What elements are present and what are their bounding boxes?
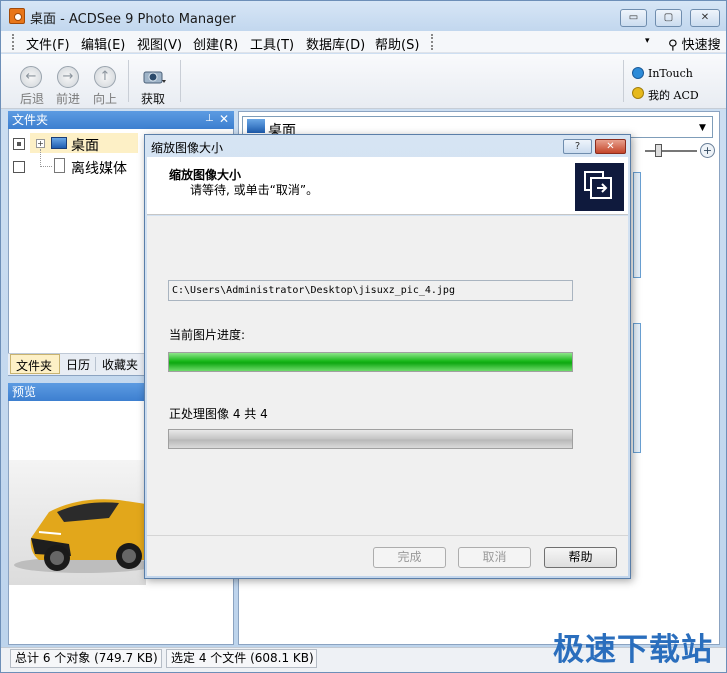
- zoom-in-button[interactable]: +: [700, 143, 715, 158]
- menu-database[interactable]: 数据库(D): [306, 34, 365, 53]
- menu-file[interactable]: 文件(F): [26, 34, 70, 53]
- dialog-title: 缩放图像大小: [151, 141, 224, 155]
- quick-search-dropdown[interactable]: ▾: [645, 36, 650, 46]
- back-arrow-icon: ←: [20, 66, 42, 88]
- tab-folders[interactable]: 文件夹: [10, 354, 60, 374]
- thumbnail-zoom-slider[interactable]: [645, 150, 697, 152]
- preview-car-image: [9, 460, 146, 585]
- offline-media-checkbox[interactable]: [13, 161, 25, 173]
- document-icon: [54, 158, 65, 173]
- desktop-monitor-icon: [51, 137, 67, 149]
- tree-expand-icon[interactable]: +: [36, 139, 45, 148]
- tree-line: [40, 149, 41, 167]
- overall-progress-label: 正处理图像 4 共 4: [169, 407, 268, 421]
- forward-arrow-icon: →: [57, 66, 79, 88]
- desktop-monitor-icon: [247, 119, 265, 133]
- up-label: 向上: [93, 92, 118, 106]
- menu-help[interactable]: 帮助(S): [375, 34, 419, 53]
- tree-item-offline-media[interactable]: 离线媒体: [71, 158, 127, 178]
- close-pane-icon[interactable]: ✕: [219, 112, 229, 126]
- maximize-button[interactable]: ▢: [655, 9, 682, 27]
- quick-search-button[interactable]: ⚲ 快速搜: [668, 34, 721, 53]
- tree-line: [40, 166, 52, 167]
- chevron-down-icon[interactable]: ▼: [699, 123, 706, 133]
- menu-grip[interactable]: [12, 34, 14, 50]
- forward-button[interactable]: →: [57, 66, 79, 88]
- finish-button[interactable]: 完成: [373, 547, 446, 568]
- thumbnail-card[interactable]: [633, 172, 641, 278]
- folders-pane-title: 文件夹: [8, 111, 234, 129]
- forward-label: 前进: [56, 92, 81, 106]
- tab-favorites[interactable]: 收藏夹: [102, 356, 138, 373]
- dialog-subtitle: 请等待, 或单击“取消”。: [190, 183, 319, 197]
- close-window-button[interactable]: ✕: [690, 9, 720, 27]
- back-label: 后退: [20, 92, 45, 106]
- resize-images-icon: [575, 163, 624, 211]
- menu-grip-right[interactable]: [431, 34, 433, 50]
- tab-calendar[interactable]: 日历: [66, 356, 90, 373]
- dialog-divider: [147, 535, 628, 536]
- desktop-checkbox[interactable]: [13, 138, 25, 150]
- status-total-objects: 总计 6 个对象 (749.7 KB): [10, 649, 162, 668]
- overall-progress-bar: [168, 429, 573, 449]
- current-image-progress-label: 当前图片进度:: [169, 328, 246, 342]
- back-button[interactable]: ←: [20, 66, 42, 88]
- menu-tools[interactable]: 工具(T): [250, 34, 294, 53]
- toolbar-separator: [623, 60, 624, 102]
- acquire-camera-icon[interactable]: [142, 65, 168, 87]
- minimize-button[interactable]: ▭: [620, 9, 647, 27]
- my-acd-link[interactable]: 我的 ACD: [648, 87, 699, 103]
- menu-edit[interactable]: 编辑(E): [81, 34, 125, 53]
- cancel-button[interactable]: 取消: [458, 547, 531, 568]
- current-image-progress-fill: [169, 353, 572, 371]
- intouch-globe-icon: [632, 67, 644, 79]
- pin-icon[interactable]: ⊥: [205, 113, 214, 124]
- tab-divider: [95, 357, 96, 371]
- up-arrow-icon: ↑: [94, 66, 116, 88]
- window-title: 桌面 - ACDSee 9 Photo Manager: [30, 12, 236, 27]
- toolbar-separator: [180, 60, 181, 102]
- watermark-logo-text: 极速下载站: [553, 632, 713, 668]
- dialog-help-button[interactable]: ?: [563, 139, 592, 154]
- quick-search-label: 快速搜: [681, 38, 721, 53]
- overall-progress-fill: [169, 430, 572, 448]
- up-button[interactable]: ↑: [94, 66, 116, 88]
- tree-item-desktop[interactable]: 桌面: [71, 135, 99, 155]
- zoom-slider-thumb[interactable]: [655, 144, 662, 157]
- current-file-path: C:\Users\Administrator\Desktop\jisuxz_pi…: [168, 280, 573, 301]
- acdsee-app-icon: [9, 8, 25, 24]
- dialog-body: [147, 216, 628, 576]
- thumbnail-card[interactable]: [633, 323, 641, 453]
- toolbar-separator: [128, 60, 129, 102]
- menu-create[interactable]: 创建(R): [193, 34, 238, 53]
- acquire-label: 获取: [141, 92, 166, 106]
- intouch-link[interactable]: InTouch: [648, 67, 693, 80]
- current-image-progress-bar: [168, 352, 573, 372]
- dialog-close-button[interactable]: ✕: [595, 139, 626, 154]
- help-button[interactable]: 帮助: [544, 547, 617, 568]
- status-selected-files: 选定 4 个文件 (608.1 KB): [166, 649, 317, 668]
- tab-folders-label: 文件夹: [16, 359, 53, 373]
- menu-view[interactable]: 视图(V): [137, 34, 182, 53]
- search-icon: ⚲: [668, 38, 678, 53]
- my-acd-icon: [632, 87, 644, 99]
